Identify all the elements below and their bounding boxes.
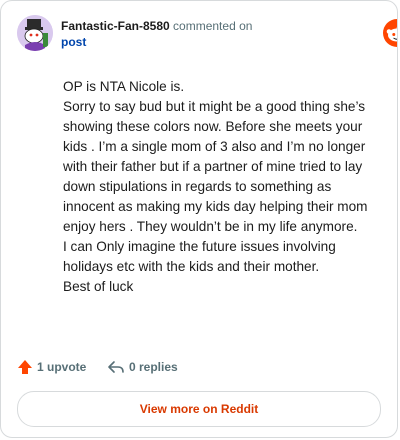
reddit-snoo-icon xyxy=(383,19,397,47)
snoo-avatar-icon xyxy=(17,15,53,51)
comment-header: Fantastic-Fan-8580 commented on post red… xyxy=(17,15,397,55)
comment-paragraph: Best of luck xyxy=(63,279,134,294)
replies-count: 0 replies xyxy=(129,360,178,374)
upvote-count: 1 upvote xyxy=(37,360,87,374)
comment-body: OP is NTA Nicole is. Sorry to say bud bu… xyxy=(63,77,375,297)
comment-paragraph: Sorry to say bud but it might be a good … xyxy=(63,99,368,234)
replies-button[interactable]: 0 replies xyxy=(107,359,178,375)
comment-meta: Fantastic-Fan-8580 commented on post xyxy=(61,18,252,50)
embedded-comment-card: Fantastic-Fan-8580 commented on post red… xyxy=(0,0,398,438)
user-avatar[interactable] xyxy=(17,15,53,51)
action-text: commented on xyxy=(173,19,253,33)
comment-footer: 1 upvote 0 replies xyxy=(17,359,381,379)
comment-paragraph: I can Only imagine the future issues inv… xyxy=(63,239,336,274)
reply-arrow-icon xyxy=(108,361,124,373)
view-more-on-reddit-button[interactable]: View more on Reddit xyxy=(17,391,381,427)
upvote-button[interactable]: 1 upvote xyxy=(17,359,86,375)
comment-paragraph: OP is NTA Nicole is. xyxy=(63,79,185,94)
username-link[interactable]: Fantastic-Fan-8580 xyxy=(61,19,170,33)
upvote-arrow-icon xyxy=(18,360,32,374)
post-link[interactable]: post xyxy=(61,35,86,49)
